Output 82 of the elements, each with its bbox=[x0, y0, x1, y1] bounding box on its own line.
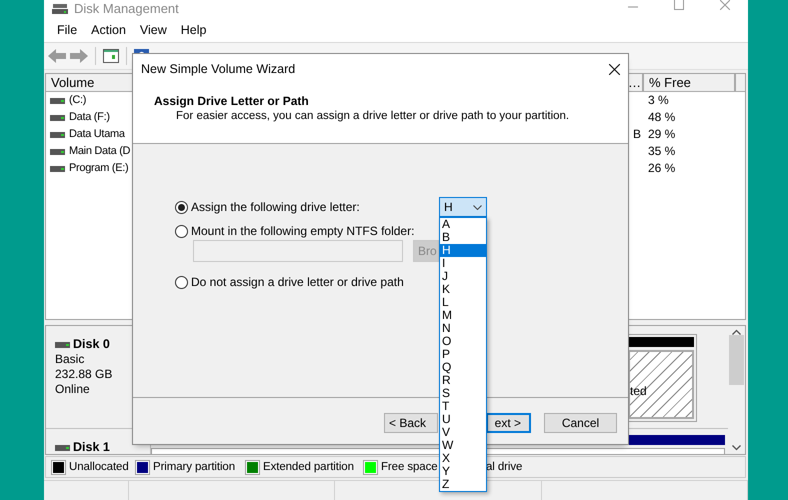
option-label: Mount in the following empty NTFS folder: bbox=[191, 224, 414, 238]
volume-name: Main Data (D bbox=[69, 144, 130, 159]
list-option[interactable]: R bbox=[440, 374, 486, 387]
disk-size: 232.88 GB bbox=[55, 367, 114, 382]
dialog-heading: Assign Drive Letter or Path bbox=[154, 94, 310, 108]
drive-icon bbox=[50, 114, 65, 120]
legend-label: Extended partition bbox=[263, 461, 354, 473]
list-option[interactable]: W bbox=[440, 439, 486, 452]
list-option[interactable]: K bbox=[440, 283, 486, 296]
dialog-description: For easier access, you can assign a drive letter or drive path to your partition. bbox=[176, 109, 570, 124]
column-header[interactable]: % Free bbox=[644, 74, 736, 92]
drive-icon bbox=[50, 166, 65, 172]
list-option[interactable]: P bbox=[440, 348, 486, 361]
table-cell: 35 % bbox=[648, 143, 676, 160]
disk-status: Online bbox=[55, 382, 91, 397]
next-button[interactable]: ext > bbox=[486, 413, 531, 433]
table-cell: B bbox=[632, 126, 641, 143]
list-option[interactable]: Z bbox=[440, 478, 486, 491]
list-option[interactable]: Y bbox=[440, 465, 486, 478]
chevron-down-icon bbox=[473, 204, 482, 210]
list-option[interactable]: T bbox=[440, 400, 486, 413]
option-label: Assign the following drive letter: bbox=[191, 200, 360, 214]
back-button[interactable]: < Back bbox=[384, 413, 438, 433]
disk-type: Basic bbox=[55, 352, 86, 367]
drive-icon bbox=[55, 342, 70, 348]
list-option[interactable]: X bbox=[440, 452, 486, 465]
list-option[interactable]: Q bbox=[440, 361, 486, 374]
maximize-icon[interactable] bbox=[674, 0, 684, 10]
drive-letter-dropdown[interactable]: H bbox=[439, 197, 487, 217]
list-option[interactable]: V bbox=[440, 426, 486, 439]
volume-name: Data Utama bbox=[69, 127, 125, 142]
list-option[interactable]: N bbox=[440, 322, 486, 335]
cancel-button[interactable]: Cancel bbox=[544, 413, 617, 433]
menu-item[interactable]: File bbox=[50, 23, 84, 37]
list-option[interactable]: B bbox=[440, 231, 486, 244]
table-cell: 29 % bbox=[648, 126, 676, 143]
legend-label: Free space bbox=[381, 461, 438, 473]
radio-button[interactable] bbox=[175, 224, 188, 238]
column-header[interactable] bbox=[736, 74, 745, 92]
list-option[interactable]: L bbox=[440, 296, 486, 309]
scrollbar-thumb[interactable] bbox=[729, 335, 744, 385]
volume-name: Data (F:) bbox=[69, 110, 110, 125]
back-arrow-icon[interactable] bbox=[48, 49, 66, 63]
table-cell: 48 % bbox=[648, 109, 676, 126]
legend-label: Unallocated bbox=[69, 461, 129, 473]
disk-name: Disk 1 bbox=[73, 440, 110, 454]
disk-management-icon bbox=[52, 4, 68, 14]
partition-label: ted bbox=[630, 384, 647, 398]
menu-item[interactable]: Help bbox=[174, 23, 214, 37]
drive-icon bbox=[50, 98, 65, 104]
volume-name: (C:) bbox=[69, 93, 86, 108]
list-option[interactable]: S bbox=[440, 387, 486, 400]
legend-label: Primary partition bbox=[153, 461, 236, 473]
close-icon[interactable] bbox=[609, 64, 620, 74]
option-label: Do not assign a drive letter or drive path bbox=[191, 275, 404, 289]
radio-button[interactable] bbox=[175, 200, 188, 214]
drive-icon bbox=[50, 132, 65, 138]
forward-arrow-icon[interactable] bbox=[70, 49, 88, 63]
drive-icon bbox=[55, 444, 70, 450]
table-cell: 3 % bbox=[648, 92, 669, 109]
list-option[interactable]: I bbox=[440, 257, 486, 270]
list-option[interactable]: J bbox=[440, 270, 486, 283]
window-title: Disk Management bbox=[74, 1, 179, 17]
volume-name: Program (E:) bbox=[69, 161, 128, 176]
list-option[interactable]: H bbox=[440, 244, 486, 257]
scroll-up-icon[interactable] bbox=[732, 329, 741, 335]
list-option[interactable]: O bbox=[440, 335, 486, 348]
menu-item[interactable]: View bbox=[132, 23, 174, 37]
menu-item[interactable]: Action bbox=[84, 23, 133, 37]
panel-icon[interactable] bbox=[103, 49, 119, 63]
disk-name: Disk 0 bbox=[73, 337, 110, 352]
scroll-down-icon[interactable] bbox=[732, 445, 741, 451]
list-option[interactable]: M bbox=[440, 309, 486, 322]
partition-bar bbox=[628, 337, 694, 347]
legend-label: al drive bbox=[486, 461, 522, 473]
drive-icon bbox=[50, 148, 65, 154]
dialog-title: New Simple Volume Wizard bbox=[141, 62, 296, 76]
list-option[interactable]: A bbox=[440, 218, 486, 231]
radio-button[interactable] bbox=[175, 276, 188, 288]
table-cell: 26 % bbox=[648, 160, 676, 177]
list-option[interactable]: U bbox=[440, 413, 486, 426]
folder-path-field[interactable] bbox=[193, 240, 403, 262]
